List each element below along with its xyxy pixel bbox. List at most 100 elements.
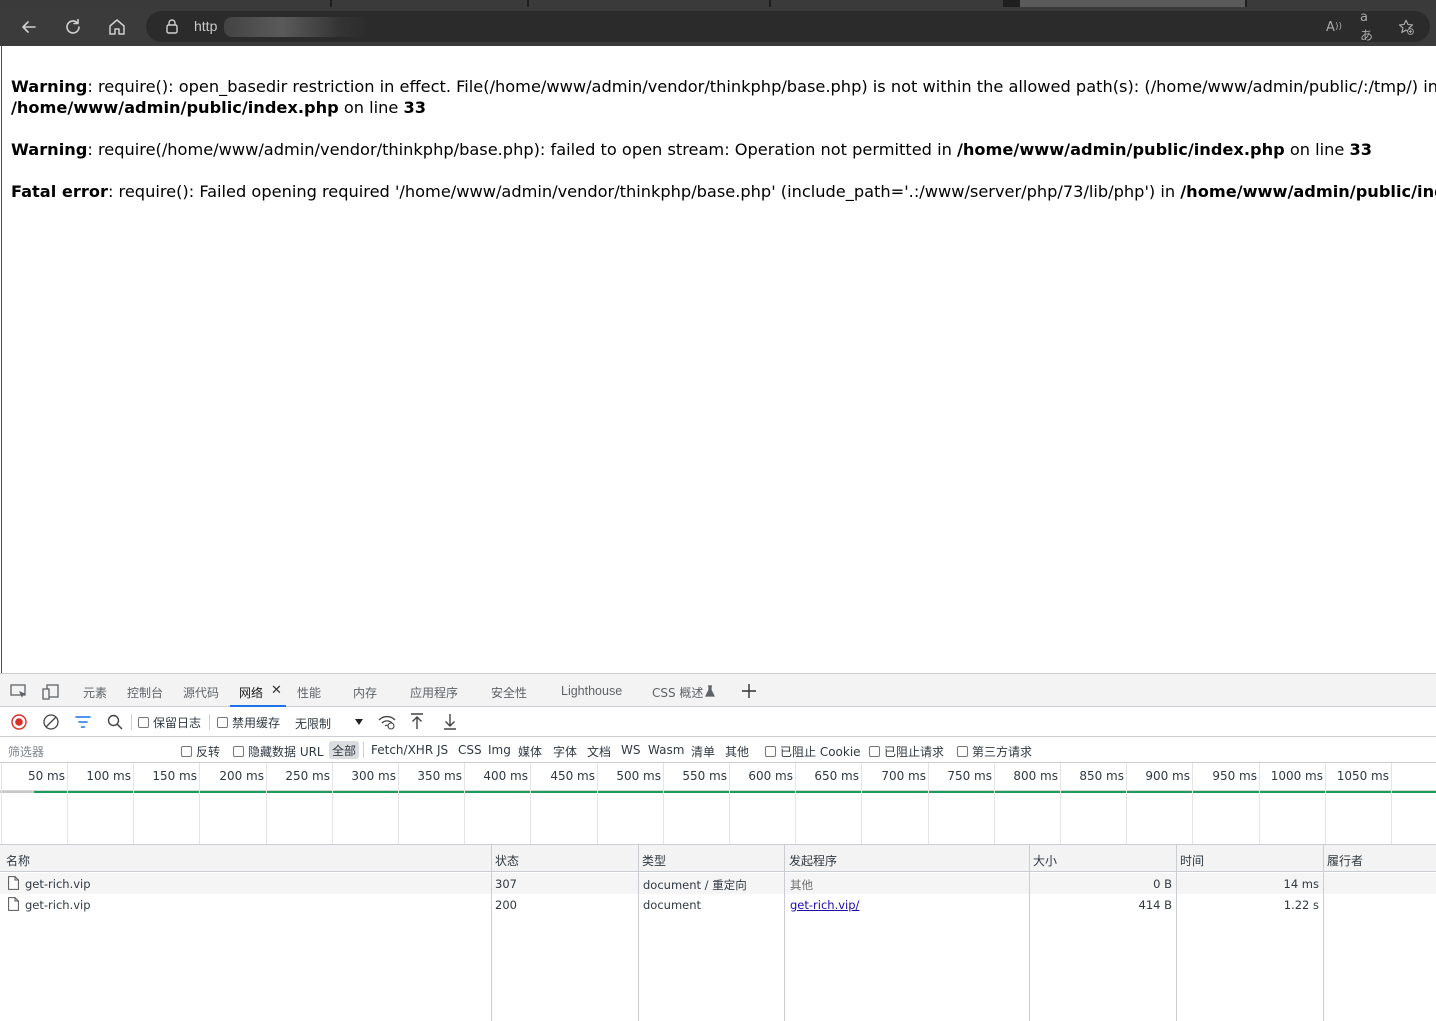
- export-har-icon[interactable]: [443, 713, 457, 730]
- filter-type-img[interactable]: Img: [488, 743, 511, 757]
- column-divider[interactable]: [638, 845, 639, 1021]
- filter-type-media[interactable]: 媒体: [518, 743, 542, 760]
- arrow-left-icon: [22, 21, 36, 33]
- timeline-tick-label: 700 ms: [881, 769, 926, 783]
- reload-button[interactable]: [60, 14, 86, 40]
- browser-tab-active[interactable]: [1020, 0, 1245, 7]
- column-divider[interactable]: [1029, 845, 1030, 1021]
- address-bar-url[interactable]: http: [194, 18, 217, 34]
- search-icon[interactable]: [107, 714, 123, 730]
- filter-type-js[interactable]: JS: [437, 743, 448, 757]
- checkbox-box[interactable]: [233, 746, 244, 757]
- tab-security[interactable]: 安全性: [491, 684, 527, 701]
- error-level: Warning: [11, 77, 88, 96]
- request-size: 414 B: [1138, 898, 1173, 912]
- network-conditions-icon[interactable]: [378, 714, 396, 730]
- table-row[interactable]: get-rich.vip 307 document / 重定向 其他 0 B 1…: [0, 873, 1436, 894]
- toolbar-divider: [131, 714, 132, 730]
- checkbox-box[interactable]: [217, 717, 228, 728]
- device-toolbar-icon[interactable]: [42, 684, 60, 700]
- browser-tab[interactable]: [529, 0, 769, 7]
- filter-input[interactable]: 筛选器: [8, 743, 44, 760]
- request-initiator-link[interactable]: get-rich.vip/: [790, 898, 859, 912]
- timeline-load-bar: [34, 791, 1436, 793]
- import-har-icon[interactable]: [410, 713, 424, 730]
- tab-elements[interactable]: 元素: [83, 684, 107, 701]
- error-file: /home/www/admin/public/index.php: [11, 98, 339, 117]
- timeline-tick-label: 250 ms: [285, 769, 330, 783]
- tab-css-overview[interactable]: CSS 概述: [652, 684, 703, 701]
- checkbox-box[interactable]: [765, 746, 776, 757]
- checkbox-box[interactable]: [138, 717, 149, 728]
- column-divider[interactable]: [1176, 845, 1177, 1021]
- favorite-add-icon[interactable]: [1396, 17, 1416, 37]
- column-divider[interactable]: [491, 845, 492, 1021]
- close-tab-icon[interactable]: ✕: [271, 683, 282, 698]
- network-overview-timeline[interactable]: 50 ms 100 ms 150 ms 200 ms 250 ms 300 ms 350 m…: [0, 763, 1436, 845]
- column-header-type[interactable]: 类型: [642, 852, 666, 869]
- column-header-status[interactable]: 状态: [495, 852, 519, 869]
- tab-lighthouse[interactable]: Lighthouse: [561, 684, 622, 698]
- home-button[interactable]: [104, 14, 130, 40]
- inspect-element-icon[interactable]: [10, 684, 28, 700]
- filter-icon[interactable]: [75, 715, 91, 729]
- address-bar[interactable]: http A)) aあ: [146, 10, 1430, 44]
- timeline-tick-label: 600 ms: [748, 769, 793, 783]
- browser-tab[interactable]: [771, 0, 1003, 7]
- column-divider[interactable]: [784, 845, 785, 1021]
- tab-memory[interactable]: 内存: [353, 684, 377, 701]
- filter-type-other[interactable]: 其他: [725, 743, 749, 760]
- invert-checkbox[interactable]: 反转: [181, 743, 220, 760]
- column-divider[interactable]: [1323, 845, 1324, 1021]
- column-header-time[interactable]: 时间: [1180, 852, 1204, 869]
- column-header-size[interactable]: 大小: [1033, 852, 1057, 869]
- translate-icon[interactable]: aあ: [1360, 10, 1380, 44]
- filter-type-ws[interactable]: WS: [621, 743, 640, 757]
- filter-type-wasm[interactable]: Wasm: [648, 743, 684, 757]
- column-header-fulfilled-by[interactable]: 履行者: [1327, 852, 1363, 869]
- timeline-gridline: [928, 763, 929, 844]
- timeline-gridline: [1060, 763, 1061, 844]
- error-text: : require(): open_basedir restriction in…: [87, 77, 1436, 96]
- blocked-cookies-checkbox[interactable]: 已阻止 Cookie: [765, 743, 861, 760]
- hide-data-urls-label: 隐藏数据 URL: [248, 745, 324, 759]
- disable-cache-checkbox[interactable]: 禁用缓存: [217, 714, 280, 731]
- filter-type-manifest[interactable]: 清单: [691, 743, 715, 760]
- request-name[interactable]: get-rich.vip: [25, 898, 91, 912]
- filter-type-fetch-xhr[interactable]: Fetch/XHR: [371, 743, 433, 757]
- table-row[interactable]: get-rich.vip 200 document get-rich.vip/ …: [0, 894, 1436, 915]
- checkbox-box[interactable]: [869, 746, 880, 757]
- browser-tab[interactable]: [0, 0, 330, 7]
- column-header-initiator[interactable]: 发起程序: [789, 852, 837, 869]
- filter-type-doc[interactable]: 文档: [587, 743, 611, 760]
- record-stop-icon[interactable]: [11, 714, 27, 730]
- tab-console[interactable]: 控制台: [127, 684, 163, 701]
- read-aloud-icon[interactable]: A)): [1324, 17, 1344, 37]
- tab-application[interactable]: 应用程序: [410, 684, 458, 701]
- refresh-icon: [66, 18, 80, 34]
- blocked-requests-checkbox[interactable]: 已阻止请求: [869, 743, 944, 760]
- back-button[interactable]: [16, 14, 42, 40]
- browser-tab[interactable]: [1247, 0, 1436, 7]
- checkbox-box[interactable]: [957, 746, 968, 757]
- filter-type-css[interactable]: CSS: [458, 743, 482, 757]
- timeline-gridline: [133, 763, 134, 844]
- tab-sources[interactable]: 源代码: [183, 684, 219, 701]
- checkbox-box[interactable]: [181, 746, 192, 757]
- invert-label: 反转: [196, 745, 221, 759]
- third-party-checkbox[interactable]: 第三方请求: [957, 743, 1032, 760]
- filter-type-font[interactable]: 字体: [553, 743, 577, 760]
- tab-performance[interactable]: 性能: [297, 684, 321, 701]
- browser-tab[interactable]: [332, 0, 527, 7]
- preserve-log-checkbox[interactable]: 保留日志: [138, 714, 201, 731]
- request-name[interactable]: get-rich.vip: [25, 877, 91, 891]
- timeline-tick-label: 400 ms: [483, 769, 528, 783]
- filter-type-all[interactable]: 全部: [329, 741, 360, 759]
- lock-icon[interactable]: [163, 17, 181, 35]
- error-line-number: 33: [403, 98, 427, 117]
- clear-icon[interactable]: [43, 714, 59, 730]
- tab-network[interactable]: 网络: [239, 684, 263, 701]
- hide-data-urls-checkbox[interactable]: 隐藏数据 URL: [233, 743, 324, 760]
- column-header-name[interactable]: 名称: [6, 852, 30, 869]
- add-tab-icon[interactable]: [741, 683, 757, 699]
